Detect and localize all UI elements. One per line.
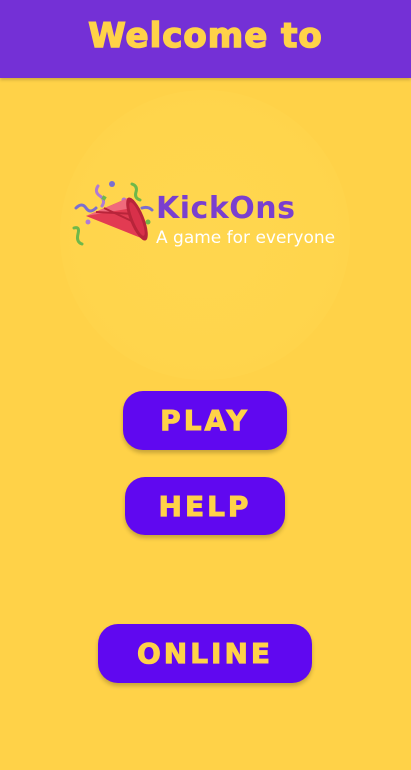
header-bar: Welcome to: [0, 0, 411, 78]
play-button[interactable]: PLAY: [123, 391, 287, 450]
party-popper-icon: [72, 181, 154, 246]
brand-name: KickOns: [156, 191, 296, 226]
brand-tagline: A game for everyone: [156, 228, 336, 248]
welcome-screen: Welcome to KickOns A game for everyone P…: [0, 0, 411, 770]
help-button[interactable]: HELP: [125, 477, 285, 535]
app-logo: KickOns A game for everyone: [68, 178, 358, 262]
online-button[interactable]: ONLINE: [98, 624, 312, 683]
page-title: Welcome to: [88, 15, 323, 57]
